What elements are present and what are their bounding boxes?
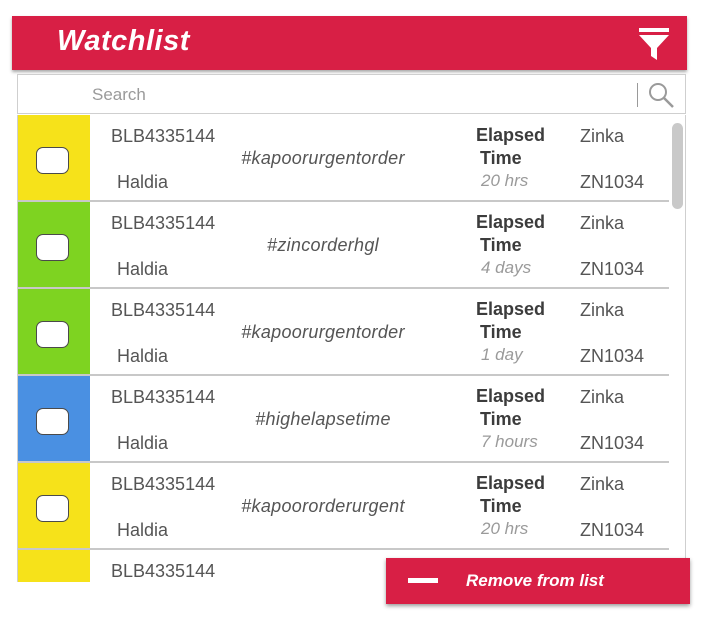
elapsed-time-label-2: Time <box>480 235 522 255</box>
status-color-swatch <box>18 289 90 374</box>
customer-name: Zinka <box>580 387 625 407</box>
customer-code: ZN1034 <box>580 259 645 279</box>
order-id: BLB4335144 <box>111 561 216 581</box>
search-input[interactable]: Search <box>92 85 146 105</box>
customer-code: ZN1034 <box>580 346 645 366</box>
order-id: BLB4335144 <box>111 474 216 494</box>
list-item[interactable]: BLB4335144 #highelapsetime Haldia Elapsed Ti… <box>18 376 669 463</box>
location: Haldia <box>117 520 169 540</box>
order-id: BLB4335144 <box>111 213 216 233</box>
elapsed-time-label-2: Time <box>480 496 522 516</box>
location: Haldia <box>117 259 169 279</box>
remove-from-list-button[interactable]: Remove from list <box>386 558 690 604</box>
elapsed-time-label-2: Time <box>480 148 522 168</box>
elapsed-time-label: Elapsed <box>476 212 546 232</box>
row-checkbox[interactable] <box>36 147 69 174</box>
elapsed-time-value: 4 days <box>481 258 532 277</box>
page-title: Watchlist <box>57 25 190 57</box>
row-checkbox[interactable] <box>36 321 69 348</box>
elapsed-time-label: Elapsed <box>476 125 546 145</box>
elapsed-time-label-2: Time <box>480 409 522 429</box>
order-id: BLB4335144 <box>111 387 216 407</box>
elapsed-time-value: 20 hrs <box>481 171 529 190</box>
customer-name: Zinka <box>580 300 625 320</box>
status-color-swatch <box>18 550 90 582</box>
search-icon[interactable] <box>646 81 676 109</box>
order-tag: #highelapsetime <box>255 409 391 429</box>
location: Haldia <box>117 433 169 453</box>
customer-code: ZN1034 <box>580 433 645 453</box>
status-color-swatch <box>18 376 90 461</box>
elapsed-time-label-2: Time <box>480 322 522 342</box>
search-divider <box>637 83 638 107</box>
customer-code: ZN1034 <box>580 520 645 540</box>
elapsed-time-label: Elapsed <box>476 386 546 406</box>
row-checkbox[interactable] <box>36 408 69 435</box>
status-color-swatch <box>18 115 90 200</box>
list-item[interactable]: BLB4335144 #zincorderhgl Haldia Elapsed Time… <box>18 202 669 289</box>
status-color-swatch <box>18 463 90 548</box>
minus-icon <box>408 578 438 583</box>
order-tag: #kapoorurgentorder <box>241 148 405 168</box>
location: Haldia <box>117 346 169 366</box>
elapsed-time-label: Elapsed <box>476 299 546 319</box>
order-tag: #zincorderhgl <box>267 235 379 255</box>
list-item[interactable]: BLB4335144 #kapoororderurgent Haldia Elapse… <box>18 463 669 550</box>
order-tag: #kapoororderurgent <box>241 496 405 516</box>
remove-from-list-label: Remove from list <box>466 571 604 590</box>
elapsed-time-value: 20 hrs <box>481 519 529 538</box>
watchlist-header: Watchlist <box>12 16 687 70</box>
order-id: BLB4335144 <box>111 126 216 146</box>
customer-name: Zinka <box>580 213 625 233</box>
search-bar[interactable]: Search <box>17 74 686 114</box>
filter-icon[interactable] <box>638 27 670 61</box>
row-checkbox[interactable] <box>36 495 69 522</box>
customer-name: Zinka <box>580 474 625 494</box>
location: Haldia <box>117 172 169 192</box>
elapsed-time-value: 7 hours <box>481 432 538 451</box>
elapsed-time-label: Elapsed <box>476 473 546 493</box>
customer-code: ZN1034 <box>580 172 645 192</box>
status-color-swatch <box>18 202 90 287</box>
list-item[interactable]: BLB4335144 #kapoorurgentorder Haldia Elapse… <box>18 115 669 202</box>
order-id: BLB4335144 <box>111 300 216 320</box>
list-item[interactable]: BLB4335144 #kapoorurgentorder Haldia Elapse… <box>18 289 669 376</box>
customer-name: Zinka <box>580 126 625 146</box>
scrollbar-thumb[interactable] <box>672 123 683 209</box>
order-tag: #kapoorurgentorder <box>241 322 405 342</box>
row-checkbox[interactable] <box>36 234 69 261</box>
elapsed-time-value: 1 day <box>481 345 523 364</box>
watchlist-list: BLB4335144 BLB4335144 #kapoororderurgent Ha… <box>17 115 686 582</box>
